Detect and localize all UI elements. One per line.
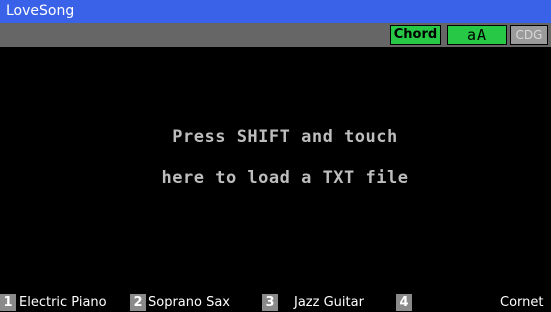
track-number-2[interactable]: 2 — [130, 294, 146, 311]
lyrics-message-line-1: Press SHIFT and touch — [172, 127, 398, 147]
chord-button[interactable]: Chord — [390, 25, 441, 45]
lyrics-screen: LoveSong Chord aA CDG Press SHIFT and to… — [0, 0, 551, 312]
track-name-4[interactable]: Cornet — [500, 294, 543, 311]
track-number-1[interactable]: 1 — [0, 294, 16, 311]
track-number-4[interactable]: 4 — [396, 294, 412, 311]
cdg-button[interactable]: CDG — [510, 25, 548, 45]
lyrics-area[interactable]: Press SHIFT and touch here to load a TXT… — [0, 47, 551, 293]
track-name-2[interactable]: Soprano Sax — [148, 294, 230, 311]
track-name-1[interactable]: Electric Piano — [19, 294, 107, 311]
lyrics-toolbar: Chord aA CDG — [0, 23, 551, 47]
lyrics-message-line-2: here to load a TXT file — [161, 168, 409, 188]
track-bar: 1 Electric Piano 2 Soprano Sax 3 Jazz Gu… — [0, 293, 551, 312]
font-size-toggle-button[interactable]: aA — [447, 25, 507, 45]
song-title: LoveSong — [0, 0, 551, 23]
track-number-3[interactable]: 3 — [262, 294, 278, 311]
track-name-3[interactable]: Jazz Guitar — [294, 294, 364, 311]
